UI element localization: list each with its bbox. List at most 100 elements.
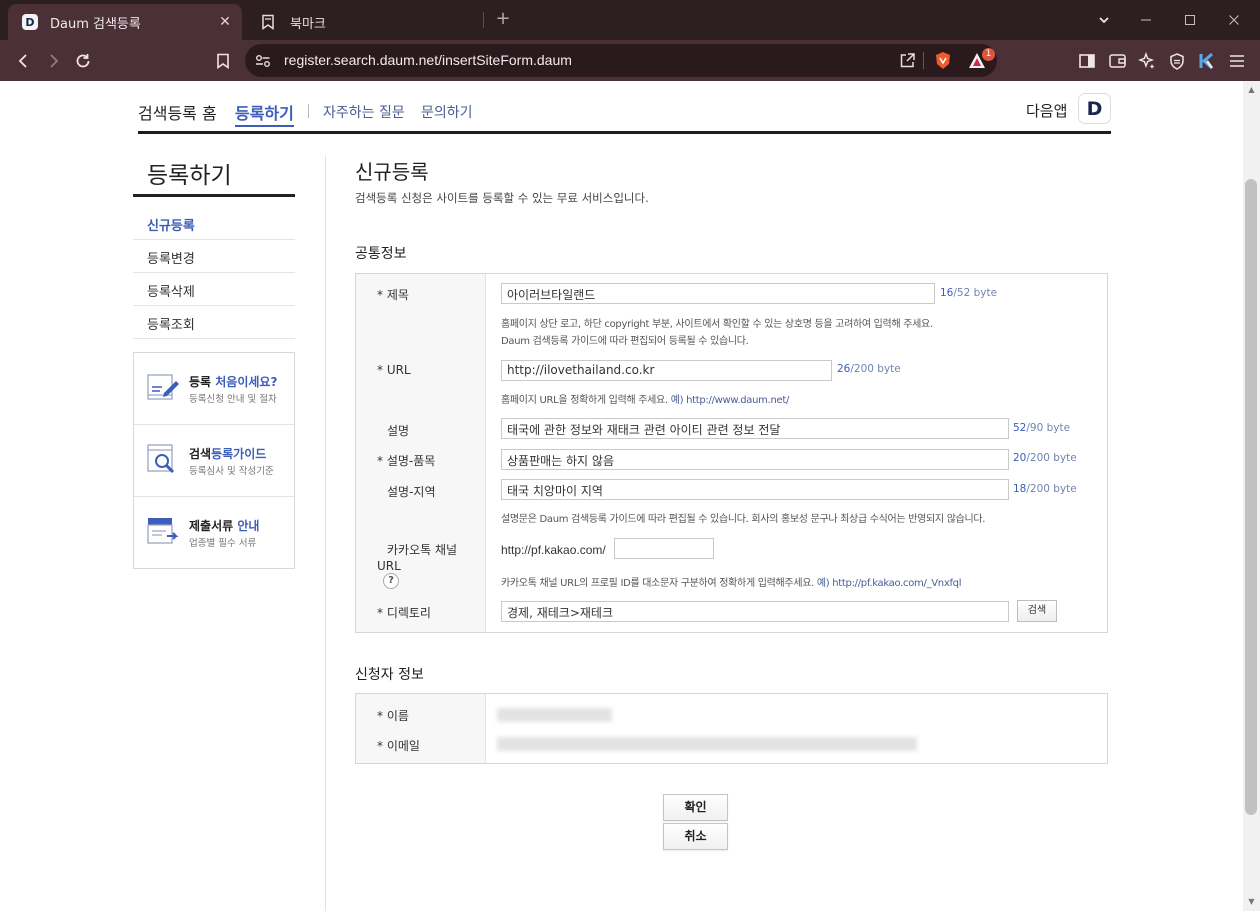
- kakao-help: 카카오톡 채널 URL의 프로필 ID를 대소문자 구분하여 정확하게 입력해주…: [501, 578, 962, 589]
- scroll-up-arrow-icon[interactable]: ▲: [1246, 85, 1257, 95]
- directory-search-button[interactable]: 검색: [1017, 600, 1057, 622]
- daum-favicon-icon: D: [22, 14, 38, 30]
- url-help: 홈페이지 URL을 정확하게 입력해 주세요. 예) http://www.da…: [501, 395, 790, 406]
- description-label: 설명: [387, 424, 410, 438]
- page-description: 검색등록 신청은 사이트를 등록할 수 있는 무료 서비스입니다.: [355, 191, 649, 205]
- guide-card-title: 검색등록가이드: [189, 447, 267, 461]
- description-region-byte-count: 18/200 byte: [1013, 483, 1077, 495]
- extension-k-icon[interactable]: [1194, 48, 1220, 74]
- description-product-label: * 설명-품목: [377, 454, 436, 468]
- sidebar-item-lookup[interactable]: 등록조회: [133, 306, 295, 339]
- title-input[interactable]: 아이러브타일랜드: [501, 283, 935, 304]
- kakao-url-prefix: http://pf.kakao.com/: [501, 543, 606, 557]
- browser-tab-bar: D Daum 검색등록 ✕ 북마크 +: [0, 0, 1260, 40]
- redacted-name: [497, 708, 612, 722]
- kakao-channel-label: 카카오톡 채널: [387, 543, 458, 557]
- confirm-button[interactable]: 확인: [663, 794, 728, 821]
- url-byte-count: 26/200 byte: [837, 363, 901, 375]
- description-product-input[interactable]: 상품판매는 하지 않음: [501, 449, 1009, 470]
- urlbar-divider: [923, 52, 924, 69]
- redacted-email: [497, 737, 917, 751]
- cancel-button[interactable]: 취소: [663, 823, 728, 850]
- title-label: * 제목: [377, 288, 409, 302]
- sidebar-item-delete[interactable]: 등록삭제: [133, 273, 295, 306]
- applicant-info-box: [355, 693, 1108, 764]
- nav-contact-link[interactable]: 문의하기: [421, 102, 473, 122]
- guide-card-register-guide[interactable]: 검색등록가이드 등록심사 및 작성기준: [134, 425, 294, 497]
- directory-input[interactable]: 경제, 재테크>재테크: [501, 601, 1009, 622]
- stacked-docs-icon: [147, 518, 179, 544]
- guide-card-title: 등록 처음이세요?: [189, 375, 278, 389]
- tab-title: 북마크: [290, 16, 326, 32]
- scroll-down-arrow-icon[interactable]: ▼: [1246, 897, 1257, 907]
- tab-title: Daum 검색등록: [50, 16, 141, 32]
- guide-card-documents[interactable]: 제출서류 안내 업종별 필수 서류: [134, 497, 294, 569]
- forward-arrow-icon[interactable]: [40, 48, 66, 74]
- rewards-notification-badge: 1: [982, 48, 995, 61]
- nav-register-link[interactable]: 등록하기: [235, 100, 294, 127]
- title-help-line1: 홈페이지 상단 로고, 하단 copyright 부분, 사이트에서 확인할 수…: [501, 319, 933, 330]
- browser-toolbar: register.search.daum.net/insertSiteForm.…: [0, 40, 1260, 81]
- close-tab-icon[interactable]: ✕: [216, 13, 234, 31]
- sidebar-item-new-register[interactable]: 신규등록: [133, 207, 295, 240]
- url-label: * URL: [377, 363, 411, 377]
- site-top-nav: 검색등록 홈 등록하기 자주하는 질문 문의하기 다음앱 D: [138, 93, 1111, 134]
- description-input[interactable]: 태국에 관한 정보와 재태크 관련 아이티 관련 정보 전달: [501, 418, 1009, 439]
- common-info-heading: 공통정보: [355, 246, 407, 262]
- description-region-label: 설명-지역: [387, 485, 436, 499]
- description-region-input[interactable]: 태국 치앙마이 지역: [501, 479, 1009, 500]
- guide-card-subtitle: 업종별 필수 서류: [189, 538, 257, 549]
- tab-bookmarks[interactable]: 북마크: [250, 4, 480, 40]
- nav-divider: [308, 104, 309, 118]
- description-byte-count: 52/90 byte: [1013, 422, 1071, 434]
- title-byte-count: 16/52 byte: [940, 287, 998, 299]
- applicant-info-heading: 신청자 정보: [355, 667, 424, 683]
- nav-daum-app-link[interactable]: 다음앱: [1026, 100, 1067, 121]
- label-column: [356, 694, 486, 763]
- nav-home-link[interactable]: 검색등록 홈: [138, 100, 217, 124]
- applicant-name-label: * 이름: [377, 709, 409, 723]
- tab-separator: [483, 12, 484, 28]
- new-tab-button[interactable]: +: [492, 8, 514, 30]
- menu-hamburger-icon[interactable]: [1224, 48, 1250, 74]
- url-input[interactable]: http://ilovethailand.co.kr: [501, 360, 832, 381]
- pencil-doc-icon: [147, 374, 179, 400]
- back-arrow-icon[interactable]: [11, 48, 37, 74]
- tab-search-chevron-icon[interactable]: [1092, 8, 1116, 32]
- title-help-line2: Daum 검색등록 가이드에 따라 편집되어 등록될 수 있습니다.: [501, 336, 749, 347]
- content-divider: [325, 156, 326, 911]
- guide-card-subtitle: 등록신청 안내 및 절차: [189, 394, 277, 405]
- site-settings-icon[interactable]: [255, 53, 271, 72]
- brave-shields-icon[interactable]: [934, 51, 952, 74]
- description-help: 설명문은 Daum 검색등록 가이드에 따라 편집될 수 있습니다. 회사의 홍…: [501, 514, 986, 525]
- reload-icon[interactable]: [70, 48, 96, 74]
- address-bar[interactable]: register.search.daum.net/insertSiteForm.…: [245, 44, 997, 77]
- wallet-icon[interactable]: [1104, 48, 1130, 74]
- daum-app-logo[interactable]: D: [1078, 93, 1111, 124]
- vpn-shield-icon[interactable]: [1164, 48, 1190, 74]
- tab-daum-register[interactable]: D Daum 검색등록 ✕: [8, 4, 242, 40]
- sidebar-guide-box: 등록 처음이세요? 등록신청 안내 및 절차 검색등록가이드 등록심사 및 작성…: [133, 352, 295, 569]
- guide-card-first-time[interactable]: 등록 처음이세요? 등록신청 안내 및 절차: [134, 353, 294, 425]
- kakao-channel-input[interactable]: [614, 538, 714, 559]
- url-text: register.search.daum.net/insertSiteForm.…: [284, 52, 572, 68]
- sidebar-item-change[interactable]: 등록변경: [133, 240, 295, 273]
- share-icon[interactable]: [899, 52, 916, 73]
- bookmark-page-icon[interactable]: [210, 48, 236, 74]
- applicant-email-label: * 이메일: [377, 739, 420, 753]
- close-window-icon[interactable]: [1222, 8, 1246, 32]
- leo-ai-icon[interactable]: [1134, 48, 1160, 74]
- kakao-channel-label-url: URL: [377, 559, 401, 573]
- sidebar-title: 등록하기: [133, 150, 295, 197]
- description-product-byte-count: 20/200 byte: [1013, 452, 1077, 464]
- bookmark-icon: [260, 14, 276, 30]
- guide-card-subtitle: 등록심사 및 작성기준: [189, 466, 274, 477]
- nav-faq-link[interactable]: 자주하는 질문: [323, 102, 405, 122]
- scrollbar-thumb[interactable]: [1245, 179, 1257, 815]
- maximize-window-icon[interactable]: [1178, 8, 1202, 32]
- sidebar-toggle-icon[interactable]: [1074, 48, 1100, 74]
- magnifier-doc-icon: [147, 444, 175, 474]
- kakao-help-question-icon[interactable]: ?: [383, 573, 399, 589]
- minimize-window-icon[interactable]: [1134, 8, 1158, 32]
- page-title: 신규등록: [355, 160, 429, 184]
